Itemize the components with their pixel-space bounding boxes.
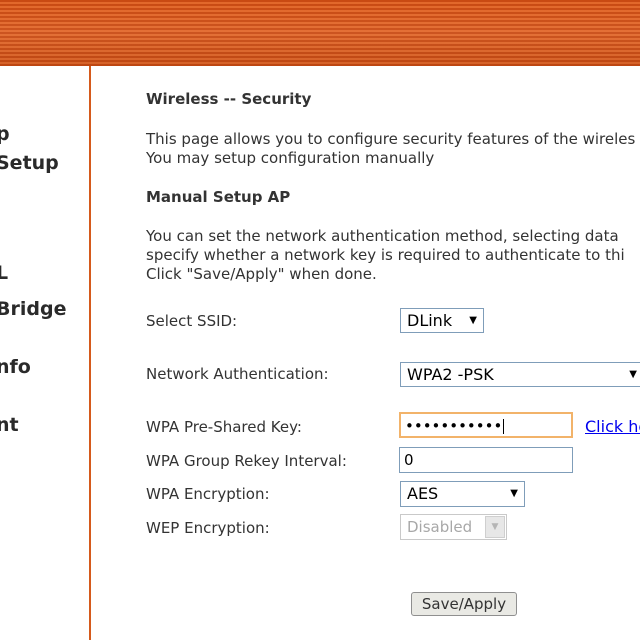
main-content: Wireless -- Security This page allows yo… [91, 66, 640, 640]
auth-label: Network Authentication: [146, 365, 329, 383]
page-title: Wireless -- Security [146, 90, 312, 108]
sidebar-item-bridge[interactable]: Bridge [0, 298, 66, 320]
encryption-select[interactable]: AES ▼ [400, 481, 525, 507]
ssid-label: Select SSID: [146, 312, 238, 330]
sidebar-item-info[interactable]: nfo [0, 356, 31, 378]
description-line-1: You can set the network authentication m… [146, 227, 619, 245]
section-title: Manual Setup AP [146, 188, 291, 206]
ssid-select-value: DLink [407, 311, 453, 330]
header-banner [0, 0, 640, 66]
intro-text-line-1: This page allows you to configure securi… [146, 130, 636, 148]
rekey-input[interactable]: 0 [399, 447, 573, 473]
ssid-select[interactable]: DLink ▼ [400, 308, 484, 333]
sidebar-item-management[interactable]: nt [0, 414, 19, 436]
chevron-down-icon: ▼ [510, 488, 518, 499]
chevron-down-icon: ▼ [629, 369, 637, 380]
sidebar-item-setup[interactable]: Setup [0, 152, 59, 174]
rekey-label: WPA Group Rekey Interval: [146, 452, 347, 470]
wep-select-value: Disabled [407, 518, 473, 536]
intro-text-line-2: You may setup configuration manually [146, 149, 435, 167]
text-cursor [503, 419, 505, 434]
chevron-down-icon: ▼ [485, 516, 505, 538]
sidebar-item-3[interactable]: L [0, 262, 8, 284]
wep-label: WEP Encryption: [146, 519, 270, 537]
sidebar: p Setup L Bridge nfo nt [0, 66, 91, 640]
sidebar-item-1[interactable]: p [0, 123, 10, 145]
encryption-select-value: AES [407, 484, 439, 503]
psk-label: WPA Pre-Shared Key: [146, 418, 302, 436]
auth-select-value: WPA2 -PSK [407, 365, 494, 384]
psk-input[interactable]: ••••••••••• [399, 412, 573, 438]
wep-select: Disabled ▼ [400, 514, 507, 540]
encryption-label: WPA Encryption: [146, 485, 270, 503]
psk-input-value: ••••••••••• [405, 417, 503, 435]
click-here-link[interactable]: Click he [585, 417, 640, 436]
description-line-3: Click "Save/Apply" when done. [146, 265, 377, 283]
auth-select[interactable]: WPA2 -PSK ▼ [400, 362, 640, 387]
save-apply-button[interactable]: Save/Apply [411, 592, 517, 616]
chevron-down-icon: ▼ [469, 315, 477, 326]
description-line-2: specify whether a network key is require… [146, 246, 625, 264]
